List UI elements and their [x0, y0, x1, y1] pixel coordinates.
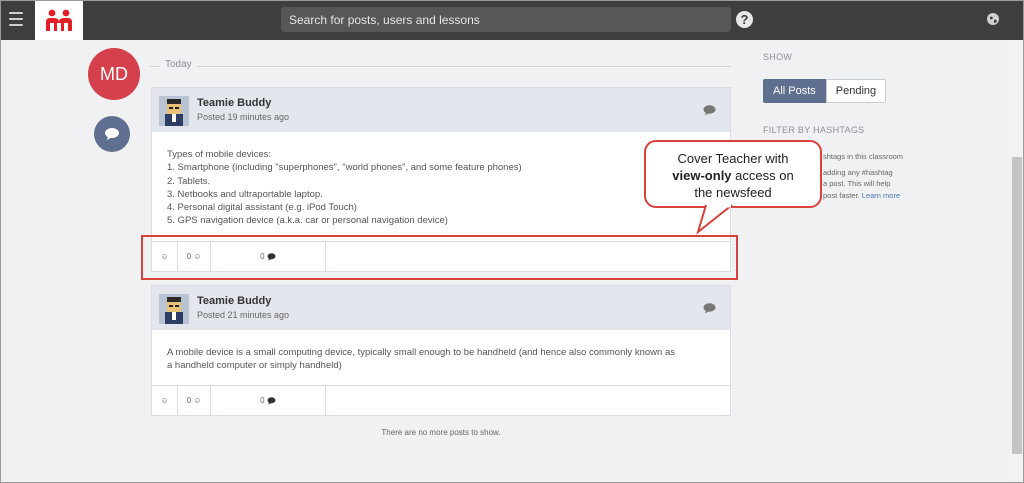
callout-pointer — [696, 204, 733, 235]
